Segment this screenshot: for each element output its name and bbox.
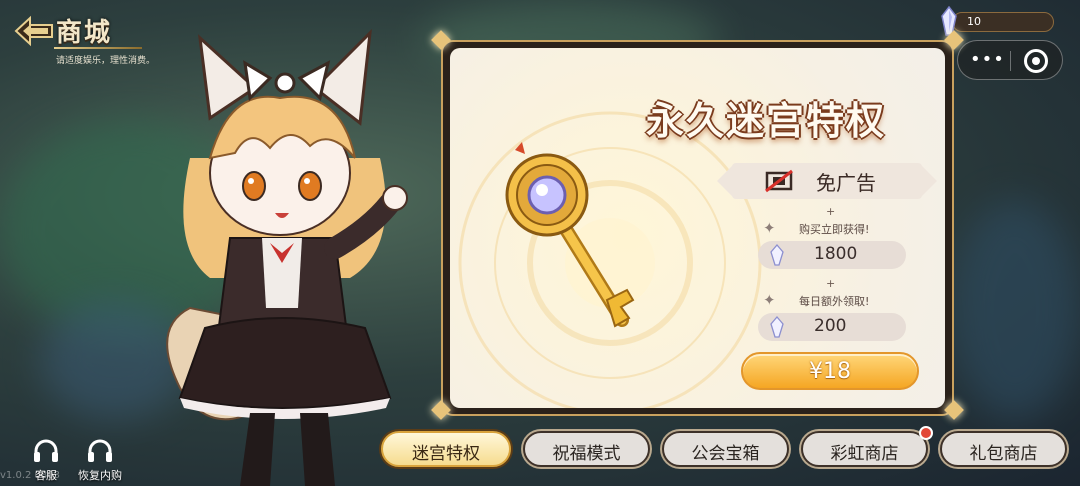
instant-amount-value: 1800 — [814, 244, 858, 264]
no-ads-icon — [765, 169, 793, 193]
no-ads-label: 免广告 — [816, 171, 876, 195]
tab-blessing-mode[interactable]: 祝福模式 — [523, 431, 650, 467]
plus-sign: + — [826, 277, 836, 290]
restore-purchase-button[interactable]: 恢复内购 — [78, 437, 122, 482]
headset-icon — [34, 439, 58, 462]
title-underline — [54, 47, 142, 49]
tab-maze-privilege[interactable]: 迷宫特权 — [381, 431, 511, 467]
headset-icon — [88, 439, 112, 462]
currency-bar: 10 — [952, 12, 1054, 32]
tab-label: 彩虹商店 — [830, 444, 899, 464]
tab-guild-chest[interactable]: 公会宝箱 — [662, 431, 789, 467]
tab-label: 祝福模式 — [552, 444, 621, 464]
background-foliage — [950, 200, 1080, 420]
tab-rainbow-shop[interactable]: 彩虹商店 — [801, 431, 928, 467]
instant-reward-amount: 1800 — [758, 241, 906, 269]
tab-label: 礼包商店 — [969, 444, 1038, 464]
restore-purchase-label: 恢复内购 — [78, 469, 122, 482]
daily-reward-amount: 200 — [758, 313, 906, 341]
maze-key-icon — [505, 142, 635, 328]
back-button[interactable] — [14, 14, 54, 48]
back-arrow-icon — [14, 15, 53, 47]
price-label: ¥18 — [809, 359, 851, 384]
crystal-icon — [770, 316, 784, 338]
version-label: v1.0.2 0803 — [0, 470, 60, 481]
crystal-icon — [770, 244, 784, 266]
sparkle-icon: ✦ — [763, 219, 776, 237]
control-divider — [1010, 51, 1011, 71]
buy-button[interactable]: ¥18 — [741, 352, 919, 390]
plus-sign: + — [826, 205, 836, 218]
daily-reward-caption: 每日额外领取! — [799, 295, 870, 308]
no-ads-ribbon: 免广告 — [732, 163, 922, 199]
daily-amount-value: 200 — [814, 316, 847, 336]
close-button[interactable] — [1024, 49, 1048, 73]
character-illustration — [166, 28, 408, 486]
more-button[interactable]: ••• — [970, 51, 1004, 71]
page-title: 商城 — [56, 18, 113, 48]
currency-value: 10 — [967, 15, 981, 28]
tab-label: 公会宝箱 — [691, 444, 760, 464]
page-subtitle: 请适度娱乐，理性消费。 — [56, 56, 156, 66]
tab-gift-shop[interactable]: 礼包商店 — [940, 431, 1067, 467]
notification-badge — [919, 426, 933, 440]
sparkle-icon: ✦ — [763, 291, 776, 309]
tab-label: 迷宫特权 — [412, 444, 480, 464]
instant-reward-caption: 购买立即获得! — [799, 223, 870, 236]
mini-program-controls: ••• — [957, 40, 1063, 80]
offer-title: 永久迷宫特权 — [646, 99, 887, 143]
